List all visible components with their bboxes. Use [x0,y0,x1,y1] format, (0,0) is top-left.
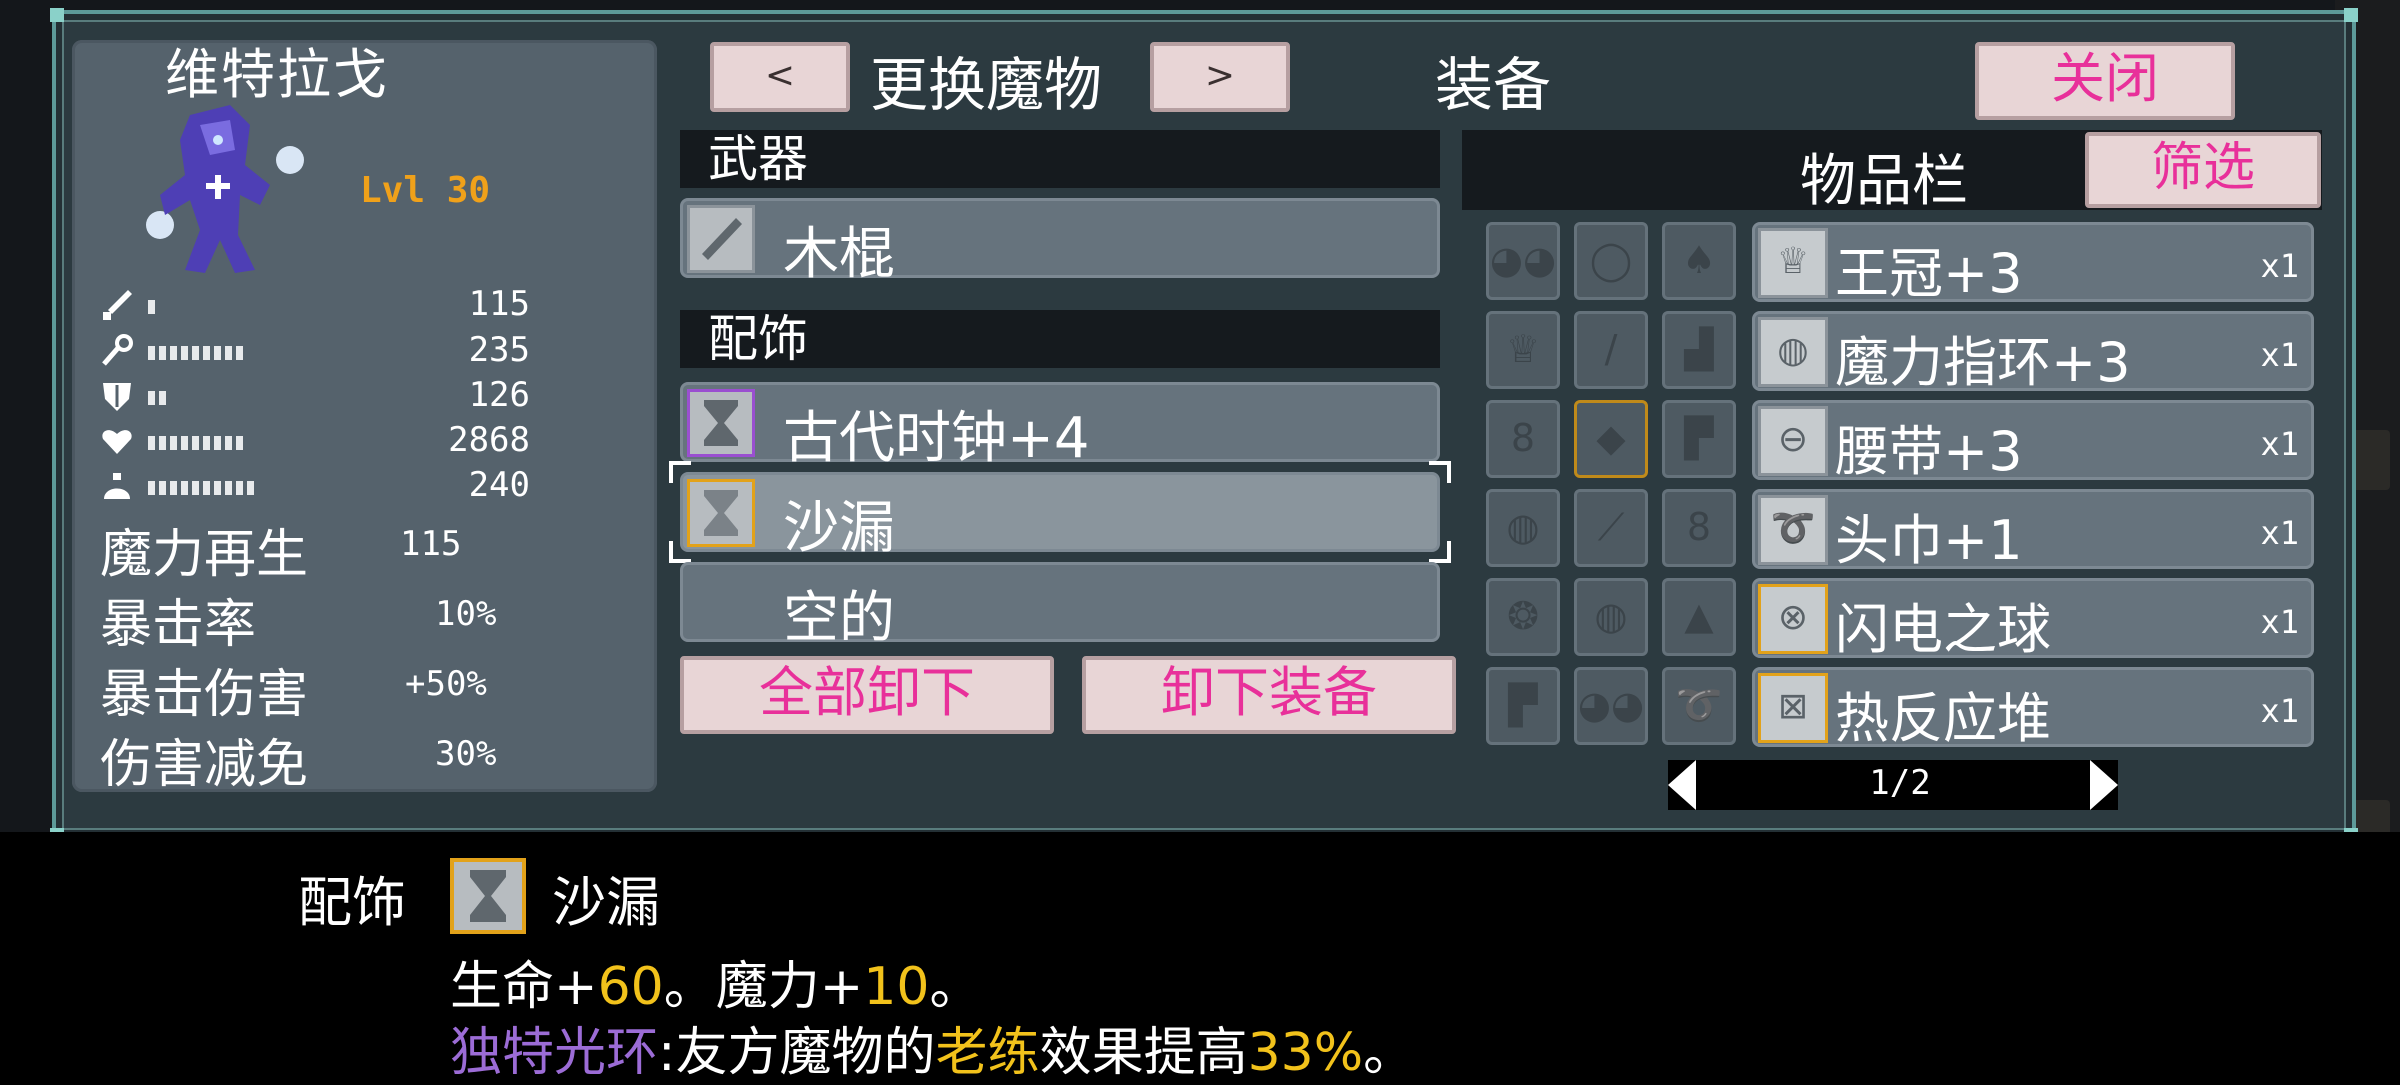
accessory-name: 空的 [783,586,895,651]
heart-icon [102,430,132,454]
stat-value: 115 [468,284,530,324]
gem-icon[interactable]: ◆ [1574,400,1648,478]
next-monster-button[interactable]: > [1150,42,1290,112]
ring-icon[interactable]: ◍ [1486,489,1560,567]
stat-bar [148,436,243,450]
inventory-item[interactable]: ⊠ 热反应堆 x1 [1752,667,2314,750]
monster-sprite [146,105,304,273]
mana-potion-icon [104,473,130,499]
tooltip-item-name: 沙漏 [552,871,660,934]
tooltip-stats-line: 生命+60。魔力+10。 [450,957,982,1017]
selection-corner [669,541,691,563]
inventory-item[interactable]: ➰ 头巾+1 x1 [1752,489,2314,572]
accessory-slot-1[interactable]: 古代时钟+4 [680,382,1440,471]
attr-crit-damage: 暴击伤害 +50% [100,664,487,725]
attr-damage-reduction: 伤害减免 30% [100,734,497,795]
stat-bar [148,346,243,360]
stat-bar [148,391,166,405]
shield-icon [103,383,131,411]
unequip-button[interactable]: 卸下装备 [1082,656,1456,734]
belt-icon: ⊖ [1758,406,1828,476]
change-monster-label: 更换魔物 [870,51,1103,119]
ring-icon: ◍ [1758,317,1828,387]
hourglass-icon [687,479,755,547]
ring-icon[interactable]: ◍ [1574,578,1648,656]
weapon-slot[interactable]: 木棍 [680,198,1440,287]
page-next-arrow-icon[interactable] [2090,760,2118,810]
page-prev-arrow-icon[interactable] [1668,760,1696,810]
stat-value: 240 [468,465,530,505]
stat-mana: 240 [100,465,530,505]
mask-icon[interactable]: ◕◕ [1574,667,1648,745]
orb-icon[interactable]: ❂ [1486,578,1560,656]
selection-corner [1429,461,1451,483]
filter-button[interactable]: 筛选 [2085,132,2321,208]
selection-corner [1429,541,1451,563]
stat-defense: 126 [100,375,530,415]
amulet-icon[interactable]: 8 [1662,489,1736,567]
ring-icon[interactable]: ◯ [1574,222,1648,300]
stat-value: 126 [468,375,530,415]
stat-value: 2868 [448,420,530,460]
feather-icon[interactable]: ⟋ [1574,489,1648,567]
selection-corner [669,461,691,483]
prev-monster-button[interactable]: < [710,42,850,112]
attr-mana-regen: 魔力再生 115 [100,524,462,585]
close-button[interactable]: 关闭 [1975,42,2235,120]
stat-value: 235 [468,330,530,370]
accessory-slot-3-empty[interactable]: 空的 [680,562,1440,651]
stat-attack: 115 [100,284,530,324]
accessory-name: 沙漏 [783,496,895,561]
mask-icon[interactable]: ◕◕ [1486,222,1560,300]
inventory-item[interactable]: ♕ 王冠+3 x1 [1752,222,2314,305]
weapon-name: 木棍 [783,222,895,287]
attr-crit-rate: 暴击率 10% [100,594,497,655]
stat-bar [148,300,155,314]
hat-icon[interactable]: ▲ [1662,578,1736,656]
inventory-item[interactable]: ◍ 魔力指环+3 x1 [1752,311,2314,394]
inventory-item[interactable]: ⊖ 腰带+3 x1 [1752,400,2314,483]
inventory-title: 物品栏 [1800,149,1968,214]
amulet-icon[interactable]: 8 [1486,400,1560,478]
page-indicator: 1/2 [1869,763,1931,803]
tooltip-aura-line: 独特光环:友方魔物的老练效果提高33%。 [450,1023,1416,1083]
stat-health: 2868 [100,420,530,460]
hourglass-icon [450,858,526,934]
stick-icon [687,205,755,273]
boot-icon[interactable]: ▛ [1662,400,1736,478]
inventory-item[interactable]: ⊗ 闪电之球 x1 [1752,578,2314,661]
stat-bar [148,481,254,495]
reactor-icon: ⊠ [1758,673,1828,743]
weapon-section-header: 武器 [680,130,1440,188]
lightning-orb-icon: ⊗ [1758,584,1828,654]
monster-level: Lvl 30 [360,170,491,211]
equipment-title: 装备 [1435,51,1552,119]
accessory-section-header: 配饰 [680,310,1440,368]
hourglass-icon [687,389,755,457]
bandana-icon[interactable]: ➰ [1662,667,1736,745]
crown-icon[interactable]: ♕ [1486,311,1560,389]
wand-icon [102,334,133,366]
sword-icon [103,290,132,320]
stat-magic: 235 [100,330,530,370]
boot-icon[interactable]: ▟ [1662,311,1736,389]
boot-icon[interactable]: ▛ [1486,667,1560,745]
bandana-icon: ➰ [1758,495,1828,565]
unequip-all-button[interactable]: 全部卸下 [680,656,1054,734]
accessory-name: 古代时钟+4 [783,406,1090,471]
crown-icon: ♕ [1758,228,1828,298]
accessory-slot-2-selected[interactable]: 沙漏 [669,461,1451,563]
tooltip-category: 配饰 [298,871,406,934]
feather-icon[interactable]: / [1574,311,1648,389]
claw-icon[interactable]: ♠ [1662,222,1736,300]
